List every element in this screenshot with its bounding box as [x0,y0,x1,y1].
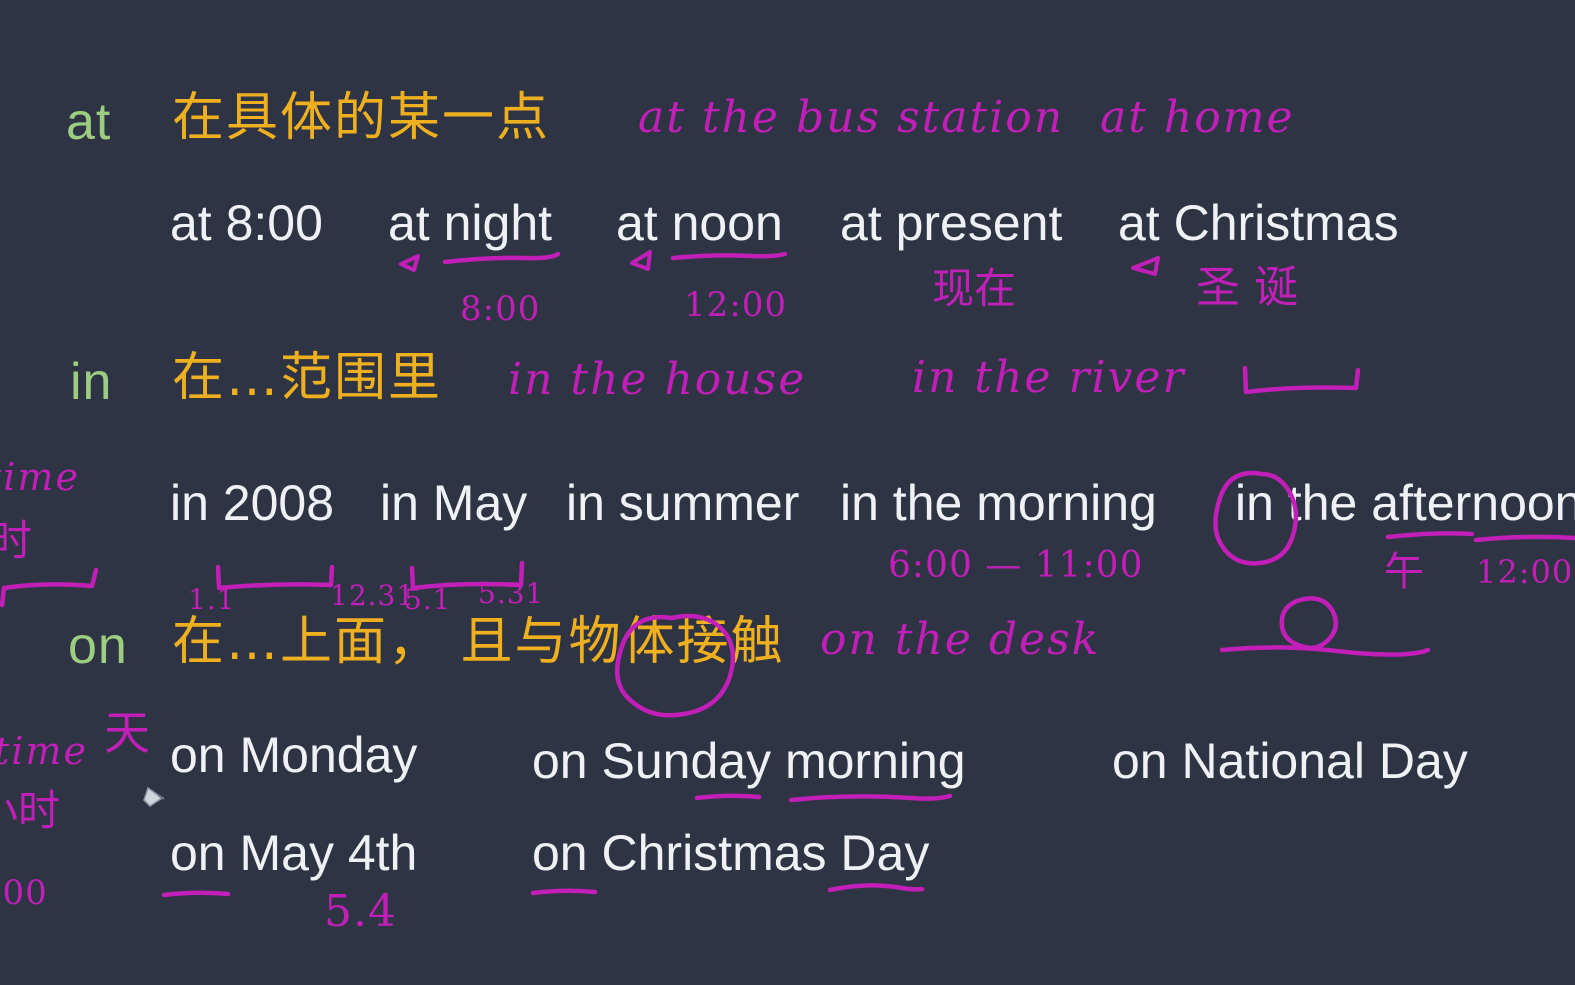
ink-may-4th-date: 5.4 [324,886,397,937]
preposition-in: in [70,353,113,411]
ink-time-1200: 12:00 [684,285,787,325]
ink-on-the-desk: on the desk [820,614,1101,665]
ink-margin-tian: 天 [104,706,150,760]
ink-margin-shi: 时 [0,516,33,565]
example-on-national-day: on National Day [1112,733,1468,789]
example-at-noon: at noon [616,195,783,251]
ink-time-800: 8:00 [460,289,541,329]
ink-underline-morning [788,793,953,803]
example-at-present: at present [840,195,1063,251]
preposition-on: on [68,617,128,675]
ink-in-the-house: in the house [508,354,807,405]
ink-in-the-river: in the river [912,352,1186,403]
ink-underline-on-christmas [530,888,598,896]
ink-2008-end: 12.31 [330,579,416,612]
ink-triangle-mark-night [399,254,420,272]
whiteboard-canvas[interactable]: at 在具体的某一点 at the bus station at home at… [0,0,1575,985]
ink-underline-on-may [161,890,231,898]
ink-triangle-mark-noon [630,250,652,271]
ink-2008-start: 1.1 [188,583,236,616]
example-at-800: at 8:00 [170,195,323,251]
ink-range-bracket-river [1242,365,1361,395]
ink-desk-circle [1279,596,1339,651]
example-at-christmas: at Christmas [1118,195,1399,251]
example-in-2008: in 2008 [170,475,335,531]
ink-underline-christmas-day [827,883,925,893]
ink-desk-line [1219,645,1431,657]
ink-margin-bracket [0,567,99,608]
ink-margin-time-2: time [0,729,88,773]
ink-at-home: at home [1100,92,1295,143]
example-at-night: at night [388,195,553,251]
example-on-may-4th: on May 4th [170,825,418,881]
ink-triangle-mark-christmas [1131,256,1160,276]
example-in-the-morning: in the morning [840,475,1157,531]
ink-margin-xiaoshi: 小时 [0,786,61,835]
ink-at-the-bus-station: at the bus station [638,92,1065,143]
ink-afternoon-time: 12:00 [1476,553,1574,591]
ink-margin-oclock: :00 [0,873,48,913]
example-on-sunday-morning: on Sunday morning [532,733,966,789]
ink-underline-sunday [694,793,762,801]
example-on-christmas-day: on Christmas Day [532,825,930,881]
ink-may-start: 5.1 [404,583,452,616]
ink-at-christmas-cn: 圣 诞 [1196,262,1298,313]
example-in-may: in May [380,475,528,531]
ink-underline-afternoon [1473,534,1575,543]
ink-underline-the-afternoon-the [1385,531,1475,540]
preposition-at: at [66,93,112,151]
ink-afternoon-cn: 午 [1384,549,1424,595]
ink-underline-noon [670,251,788,261]
example-on-monday: on Monday [170,727,418,783]
ink-may-end: 5.31 [478,577,545,610]
meaning-on: 在…上面， 且与物体接触 [172,612,785,672]
ink-underline-night [442,251,561,265]
example-in-the-afternoon: in the afternoon [1235,475,1575,531]
ink-margin-time-1: time [0,455,80,499]
ink-at-present-cn: 现在 [932,264,1017,313]
meaning-in: 在…范围里 [172,348,443,408]
pen-cursor-icon [143,786,165,807]
ink-morning-range: 6:00 — 11:00 [888,545,1144,586]
meaning-at: 在具体的某一点 [172,88,551,148]
example-in-summer: in summer [566,475,800,531]
